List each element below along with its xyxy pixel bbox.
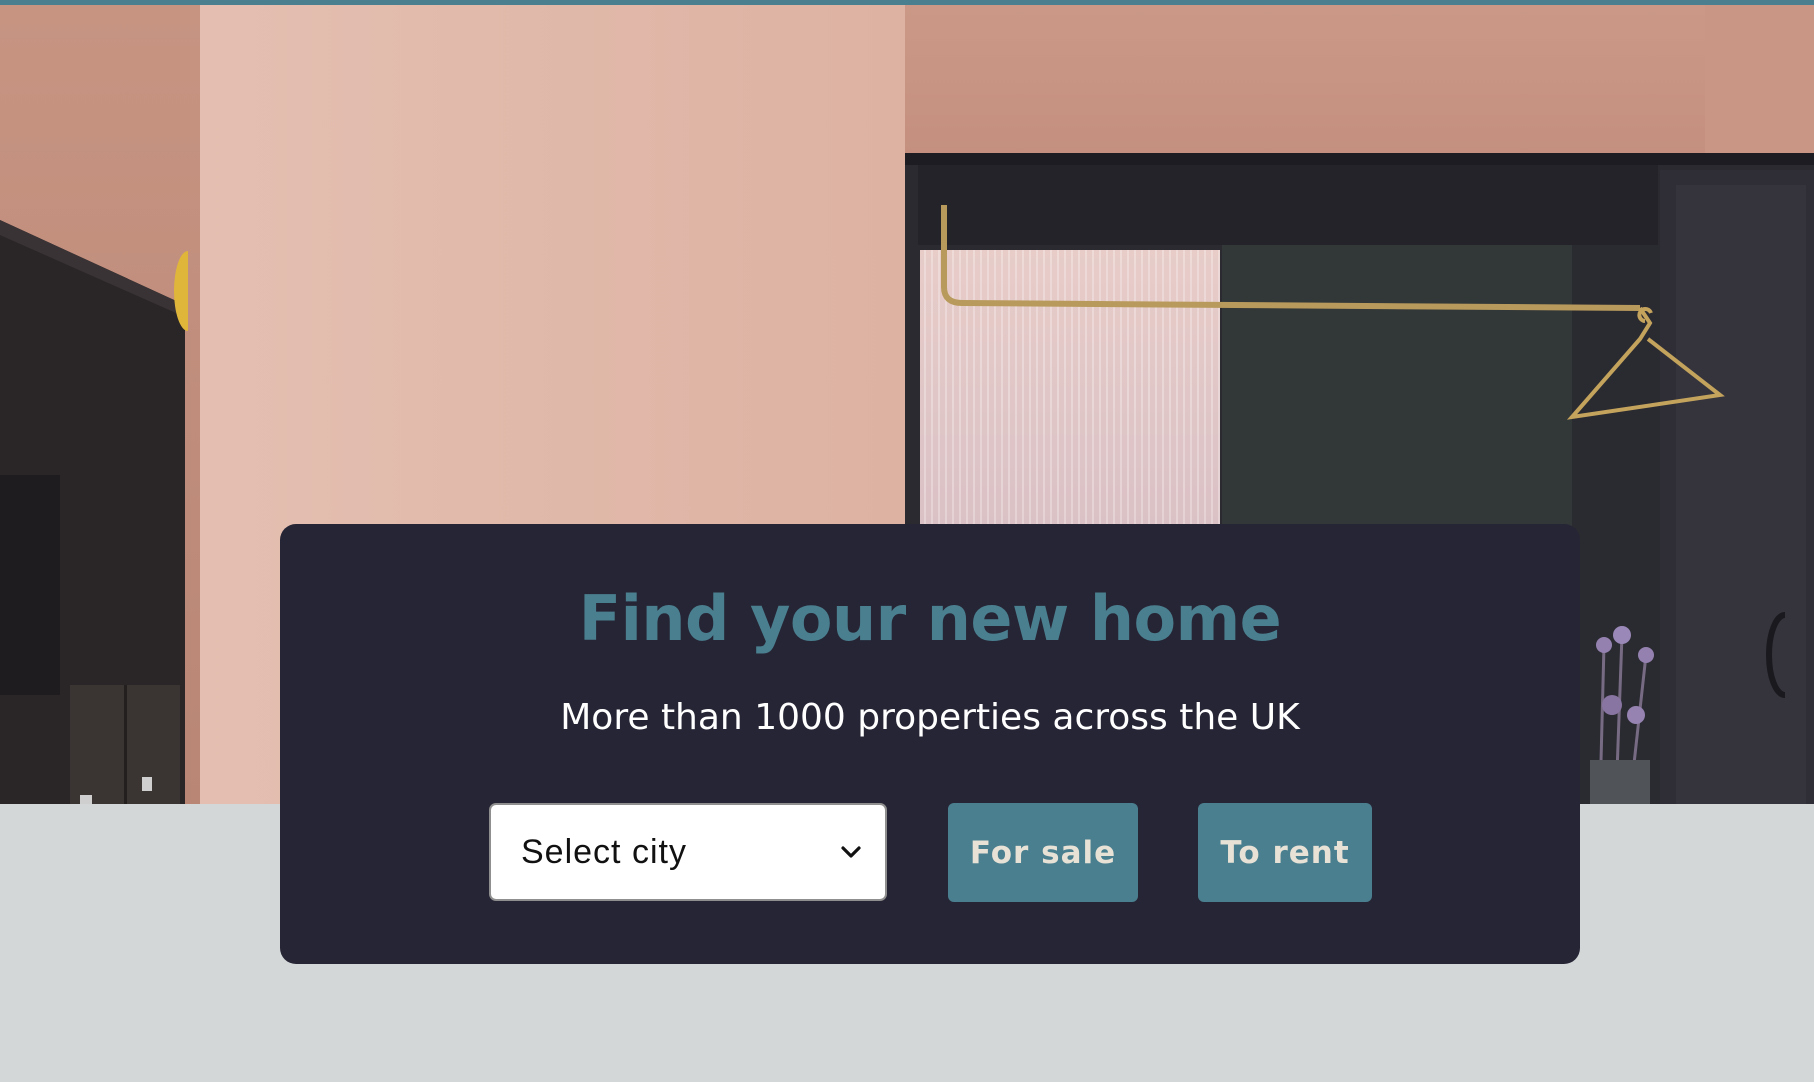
city-select[interactable]: Select city: [489, 803, 887, 901]
top-accent-bar: [0, 0, 1814, 5]
city-select-value: Select city: [521, 833, 687, 871]
chevron-down-icon: [841, 846, 861, 858]
for-sale-button[interactable]: For sale: [948, 803, 1138, 902]
property-search-panel: Find your new home More than 1000 proper…: [280, 524, 1580, 964]
to-rent-button[interactable]: To rent: [1198, 803, 1372, 902]
search-subtitle: More than 1000 properties across the UK: [560, 697, 1300, 738]
search-title: Find your new home: [578, 582, 1282, 655]
